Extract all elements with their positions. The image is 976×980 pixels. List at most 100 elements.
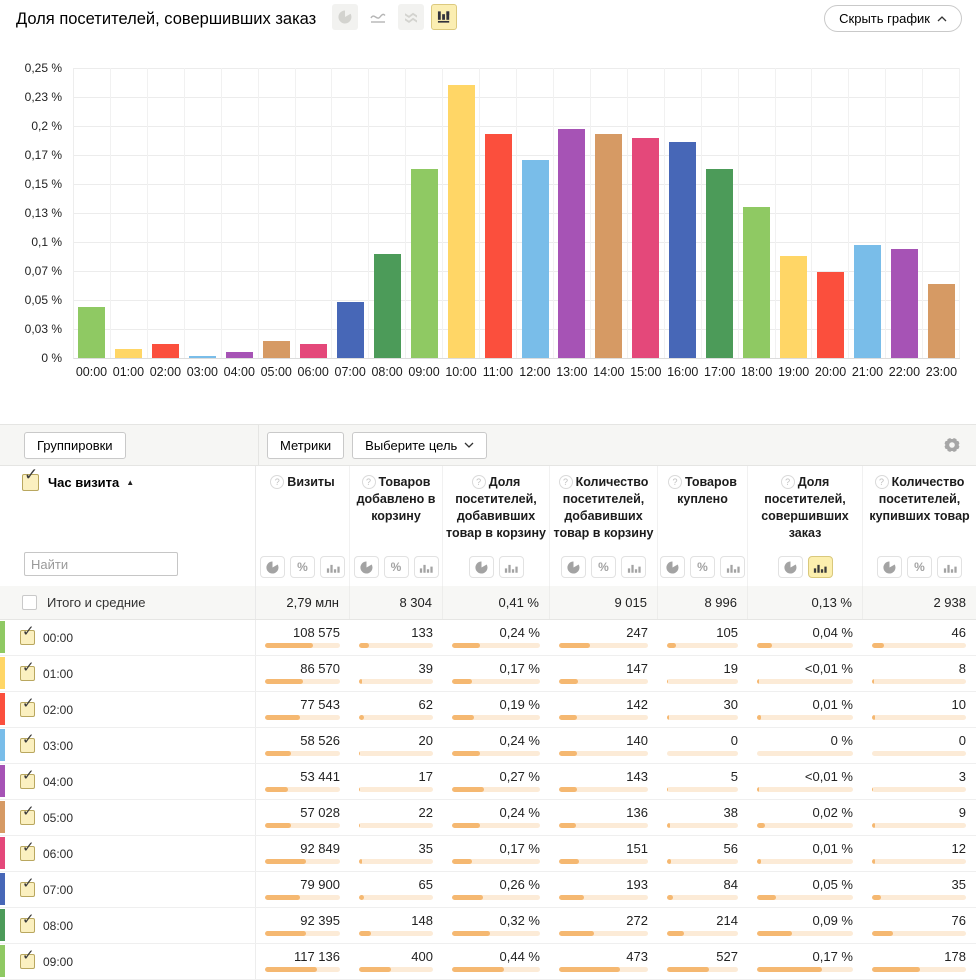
- pie-tool-button[interactable]: [354, 556, 379, 578]
- bar-chart-button[interactable]: [431, 4, 457, 30]
- chart-bar[interactable]: [595, 134, 622, 358]
- row-checkbox[interactable]: ✓: [20, 738, 35, 753]
- check-icon: ✓: [22, 658, 35, 676]
- search-input[interactable]: [24, 552, 178, 576]
- metrics-button[interactable]: Метрики: [267, 432, 344, 459]
- chart-bar[interactable]: [632, 138, 659, 358]
- hide-chart-button[interactable]: Скрыть график: [824, 5, 962, 32]
- bars-tool-button[interactable]: [937, 556, 962, 578]
- chart-bar[interactable]: [669, 142, 696, 358]
- row-checkbox[interactable]: ✓: [20, 918, 35, 933]
- bars-tool-button[interactable]: [720, 556, 745, 578]
- value-bar: [559, 751, 648, 756]
- chart-bar[interactable]: [706, 169, 733, 358]
- chart-bar[interactable]: [780, 256, 807, 358]
- chart-bar[interactable]: [522, 160, 549, 358]
- value-bar: [757, 859, 853, 864]
- y-axis-label: 0,15 %: [25, 177, 62, 191]
- chart-bar[interactable]: [115, 349, 142, 358]
- percent-tool-button[interactable]: %: [907, 556, 932, 578]
- row-checkbox[interactable]: ✓: [20, 630, 35, 645]
- metric-value: 0,27 %: [443, 769, 550, 784]
- hide-chart-label: Скрыть график: [839, 11, 930, 26]
- chart-bar[interactable]: [558, 129, 585, 358]
- chart-bar[interactable]: [189, 356, 216, 358]
- pie-tool-button[interactable]: [561, 556, 586, 578]
- table-row: ✓02:0077 543620,19 %142300,01 %10: [0, 692, 976, 728]
- value-bar: [872, 859, 966, 864]
- percent-tool-button[interactable]: %: [290, 556, 315, 578]
- bars-tool-button[interactable]: [621, 556, 646, 578]
- chart-bar[interactable]: [448, 85, 475, 358]
- table-body: ✓00:00108 5751330,24 %2471050,04 %46✓01:…: [0, 620, 976, 980]
- chart-bar[interactable]: [152, 344, 179, 358]
- dimension-label[interactable]: Час визита: [48, 475, 119, 490]
- value-bar: [757, 967, 853, 972]
- pie-tool-button[interactable]: [877, 556, 902, 578]
- check-icon: ✓: [22, 874, 35, 892]
- row-checkbox[interactable]: ✓: [20, 810, 35, 825]
- chart-bar[interactable]: [485, 134, 512, 358]
- percent-tool-button[interactable]: %: [384, 556, 409, 578]
- row-checkbox[interactable]: ✓: [20, 666, 35, 681]
- metric-cell: 30: [658, 692, 748, 727]
- gear-icon[interactable]: [944, 437, 960, 453]
- metric-cell: 0,04 %: [748, 620, 863, 655]
- chart-bar[interactable]: [854, 245, 881, 358]
- chart-bar[interactable]: [78, 307, 105, 358]
- pie-chart-button[interactable]: [332, 4, 358, 30]
- bars-tool-button[interactable]: [414, 556, 439, 578]
- dimension-checkbox[interactable]: ✓: [22, 474, 39, 491]
- row-checkbox[interactable]: ✓: [20, 954, 35, 969]
- chart-bar[interactable]: [817, 272, 844, 358]
- metric-cell: 56: [658, 836, 748, 871]
- chart-bar[interactable]: [891, 249, 918, 358]
- pie-tool-button[interactable]: [778, 556, 803, 578]
- value-bar-fill: [757, 967, 822, 972]
- metric-cell: 140: [550, 728, 658, 763]
- chart-card: Доля посетителей, совершивших заказ: [0, 0, 976, 424]
- chart-bar[interactable]: [226, 352, 253, 358]
- pie-tool-button[interactable]: [660, 556, 685, 578]
- value-bar-fill: [667, 787, 668, 792]
- value-bar: [667, 895, 738, 900]
- stacked-chart-button[interactable]: [398, 4, 424, 30]
- bars-tool-button[interactable]: [499, 556, 524, 578]
- groupings-button[interactable]: Группировки: [24, 432, 126, 459]
- bars-tool-button[interactable]: [808, 556, 833, 578]
- value-bar: [559, 679, 648, 684]
- value-bar: [872, 679, 966, 684]
- metric-cell: 35: [863, 872, 976, 907]
- chart-bar[interactable]: [743, 207, 770, 358]
- metric-cell: 151: [550, 836, 658, 871]
- totals-checkbox[interactable]: [22, 595, 37, 610]
- pie-tool-button[interactable]: [260, 556, 285, 578]
- goal-select-button[interactable]: Выберите цель: [352, 432, 487, 459]
- value-bar-fill: [452, 823, 480, 828]
- chart-bar[interactable]: [300, 344, 327, 358]
- value-bar: [872, 751, 966, 756]
- value-bar-fill: [559, 931, 594, 936]
- row-checkbox[interactable]: ✓: [20, 774, 35, 789]
- chart-bar[interactable]: [928, 284, 955, 358]
- value-bar-fill: [359, 895, 364, 900]
- row-checkbox[interactable]: ✓: [20, 846, 35, 861]
- percent-tool-button[interactable]: %: [690, 556, 715, 578]
- row-label: ✓07:00: [0, 872, 255, 907]
- line-chart-button[interactable]: [365, 4, 391, 30]
- pie-tool-button[interactable]: [469, 556, 494, 578]
- chart-bar[interactable]: [337, 302, 364, 358]
- row-cells: 108 5751330,24 %2471050,04 %46: [255, 620, 976, 655]
- check-icon: ✓: [22, 730, 35, 748]
- percent-tool-button[interactable]: %: [591, 556, 616, 578]
- row-checkbox[interactable]: ✓: [20, 702, 35, 717]
- bars-tool-button[interactable]: [320, 556, 345, 578]
- chart-bars: [74, 68, 960, 358]
- chart-bar[interactable]: [374, 254, 401, 358]
- chart-bar[interactable]: [411, 169, 438, 358]
- row-checkbox[interactable]: ✓: [20, 882, 35, 897]
- sort-asc-icon[interactable]: ▲: [126, 478, 134, 487]
- value-bar: [559, 895, 648, 900]
- chart-bar[interactable]: [263, 341, 290, 358]
- metric-value: 58 526: [256, 733, 350, 748]
